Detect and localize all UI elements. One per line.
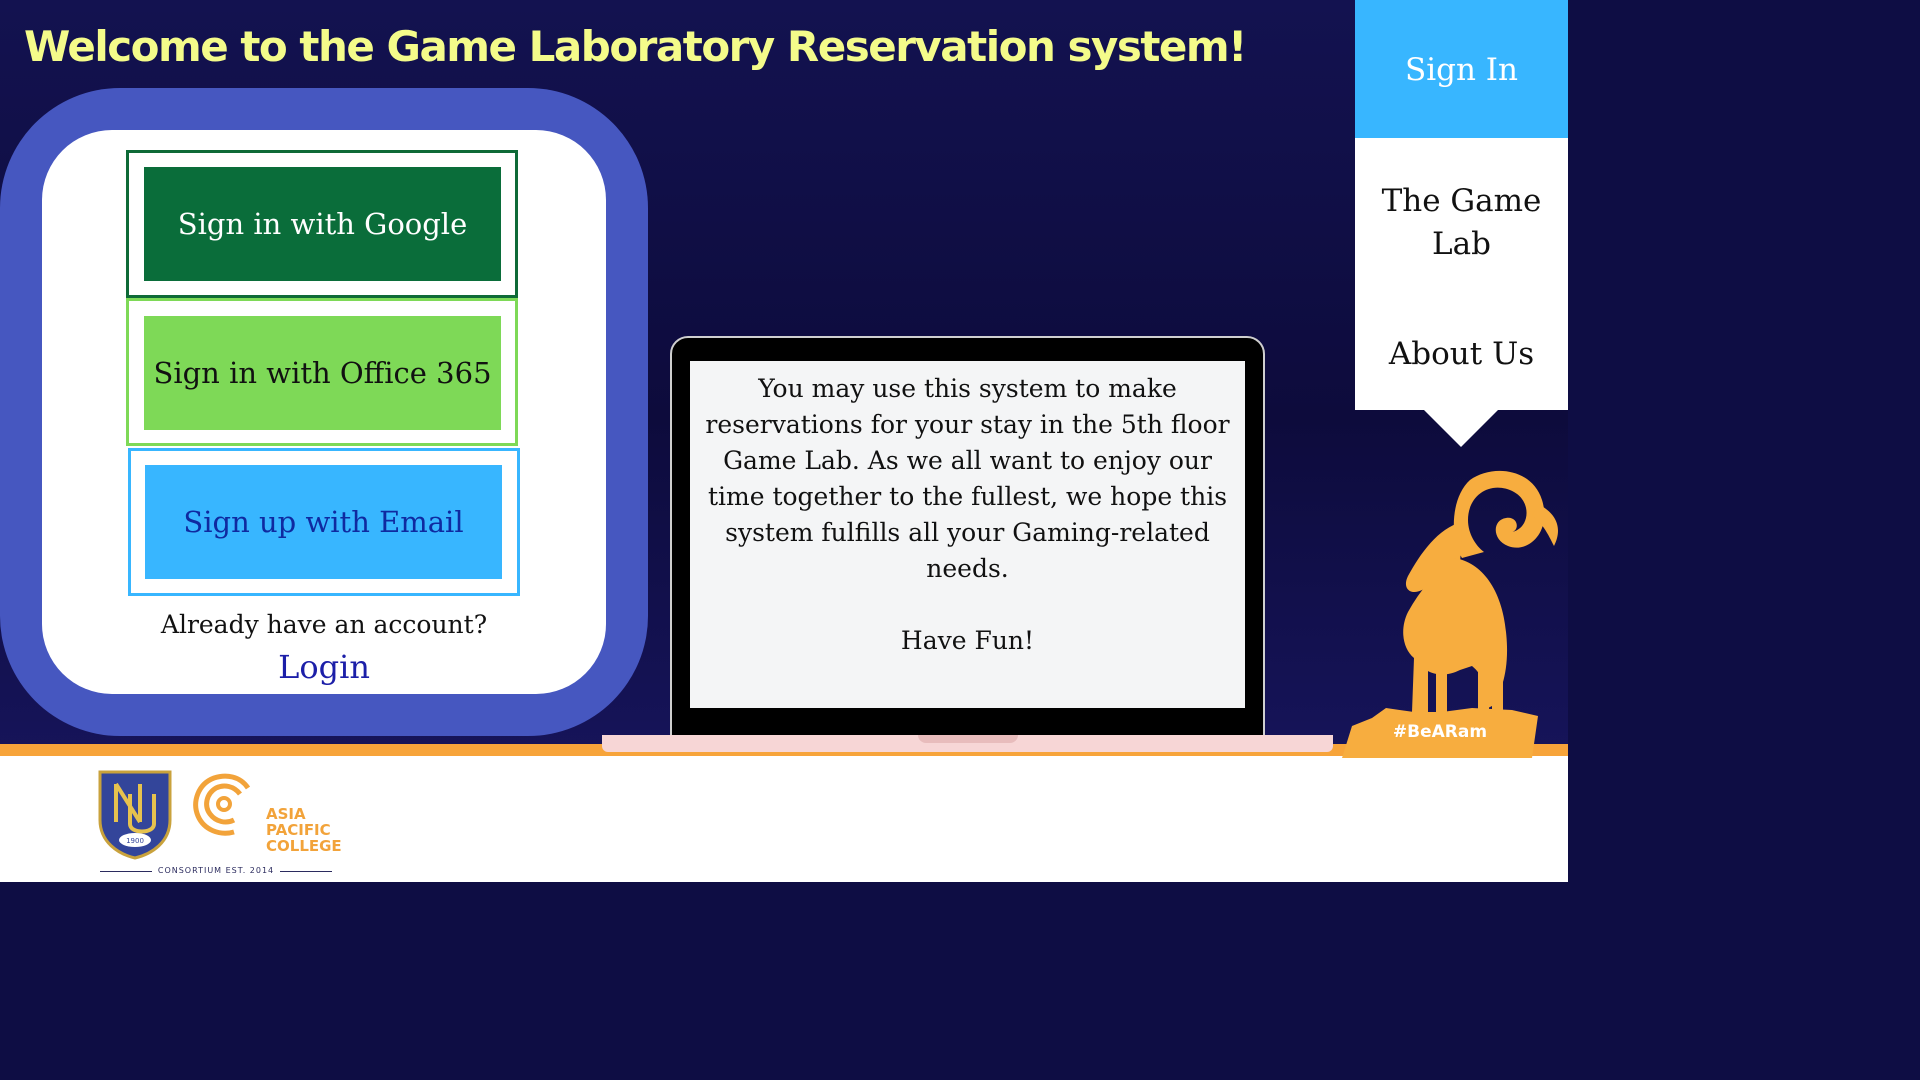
already-account-text: Already have an account? — [160, 610, 488, 639]
nu-year: 1900 — [126, 837, 144, 845]
nav-sign-in[interactable]: Sign In — [1355, 0, 1568, 138]
nav-panel-arrow — [1423, 409, 1499, 447]
nav-sign-in-label: Sign In — [1404, 52, 1519, 88]
apc-line: COLLEGE — [266, 837, 342, 855]
welcome-message: You may use this system to make reservat… — [705, 374, 1230, 583]
apc-logo-icon — [193, 773, 251, 836]
laptop-screen: You may use this system to make reservat… — [690, 361, 1245, 708]
sign-in-office365-button[interactable]: Sign in with Office 365 — [144, 316, 501, 430]
sign-up-email-button[interactable]: Sign up with Email — [145, 465, 502, 579]
hashtag-label: #BeARam — [1392, 722, 1488, 742]
login-link[interactable]: Login — [42, 648, 606, 686]
ram-mascot-icon — [1342, 470, 1559, 758]
apc-wordmark: ASIA PACIFIC COLLEGE — [266, 806, 342, 854]
nav-about-us[interactable]: About Us — [1355, 336, 1568, 372]
have-fun-text: Have Fun! — [900, 626, 1035, 655]
nav-the-game-lab[interactable]: The Game Lab — [1355, 180, 1568, 266]
nu-shield-logo-icon: 1900 — [98, 770, 172, 860]
sign-in-google-button[interactable]: Sign in with Google — [144, 167, 501, 281]
laptop-notch — [918, 735, 1018, 743]
apc-line: ASIA — [266, 805, 306, 823]
apc-line: PACIFIC — [266, 821, 331, 839]
consortium-text: CONSORTIUM EST. 2014 — [157, 866, 275, 875]
page-title: Welcome to the Game Laboratory Reservati… — [24, 22, 1247, 71]
